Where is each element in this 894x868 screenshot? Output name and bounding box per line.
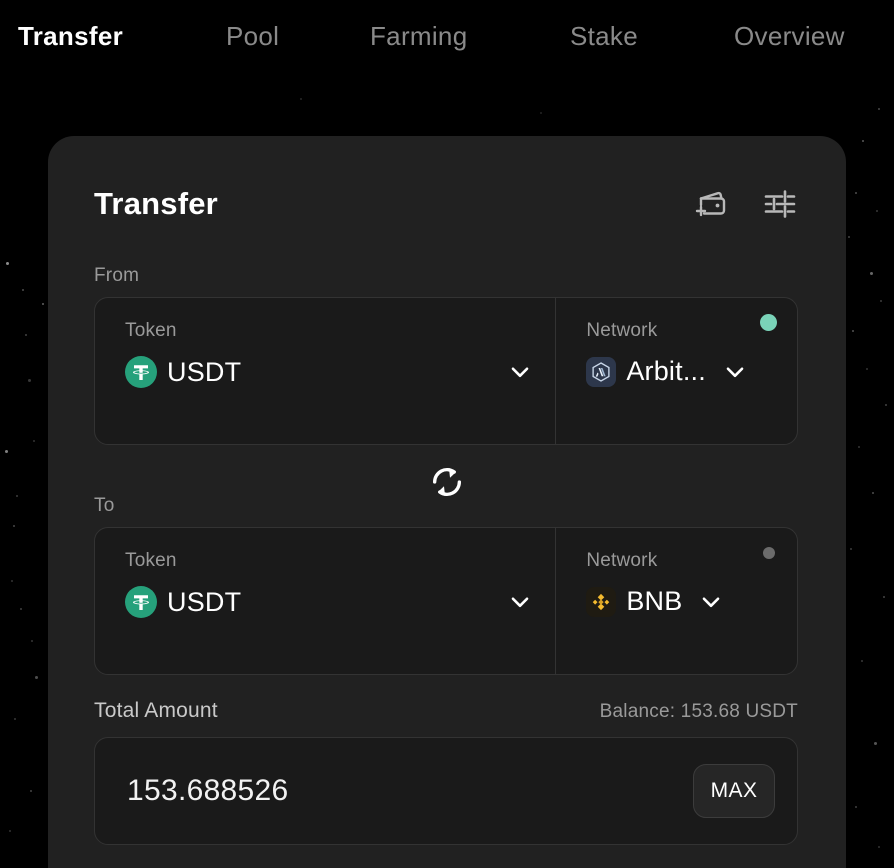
to-network-caption: Network [586, 550, 658, 571]
from-token-value: USDT [167, 356, 242, 387]
page-title: Transfer [94, 186, 218, 221]
from-token-caption: Token [125, 320, 177, 341]
tab-pool[interactable]: Pool [226, 21, 279, 52]
swap-direction-icon[interactable] [425, 460, 469, 504]
wallet-balance-label: Balance: 153.68 USDT [599, 701, 798, 722]
transfer-card: Transfer From Token USDT Network Arbit..… [48, 136, 846, 868]
to-token-selector[interactable]: Token USDT [95, 528, 557, 674]
to-network-status-badge [763, 547, 775, 559]
to-network-selector[interactable]: Network BNB [556, 528, 797, 674]
to-token-value: USDT [167, 586, 242, 617]
to-selector-row: Token USDT Network BNB [94, 527, 798, 675]
to-token-caption: Token [125, 550, 177, 571]
tab-transfer[interactable]: Transfer [18, 21, 123, 52]
card-header-actions [692, 184, 800, 224]
tab-overview[interactable]: Overview [734, 21, 845, 52]
from-token-selector[interactable]: Token USDT [95, 298, 557, 444]
chevron-down-icon[interactable] [507, 589, 533, 615]
from-section-label: From [94, 265, 140, 286]
chevron-down-icon[interactable] [722, 359, 748, 385]
amount-header: Total Amount Balance: 153.68 USDT [94, 699, 798, 723]
amount-input-container: MAX [94, 737, 798, 845]
tab-farming[interactable]: Farming [370, 21, 467, 52]
transfer-app-window: Transfer Pool Farming Stake Overview Tra… [0, 0, 894, 868]
from-selector-row: Token USDT Network Arbit... [94, 297, 798, 445]
settings-sliders-icon[interactable] [760, 184, 800, 224]
from-network-selector[interactable]: Network Arbit... [556, 298, 797, 444]
amount-input[interactable] [127, 774, 693, 808]
add-wallet-icon[interactable] [692, 184, 732, 224]
usdt-token-icon [125, 356, 157, 388]
to-section-label: To [94, 495, 115, 516]
from-network-caption: Network [586, 320, 658, 341]
total-amount-label: Total Amount [94, 699, 218, 722]
chevron-down-icon[interactable] [507, 359, 533, 385]
usdt-token-icon [125, 586, 157, 618]
arbitrum-network-icon [586, 356, 617, 387]
to-network-value: BNB [626, 586, 683, 616]
main-navigation: Transfer Pool Farming Stake Overview [0, 0, 894, 74]
chevron-down-icon[interactable] [698, 589, 724, 615]
from-network-status-badge [760, 314, 777, 331]
max-button[interactable]: MAX [693, 764, 775, 818]
bnb-network-icon [586, 586, 617, 617]
card-header: Transfer [94, 180, 800, 228]
from-network-value: Arbit... [626, 356, 706, 386]
tab-stake[interactable]: Stake [570, 21, 638, 52]
